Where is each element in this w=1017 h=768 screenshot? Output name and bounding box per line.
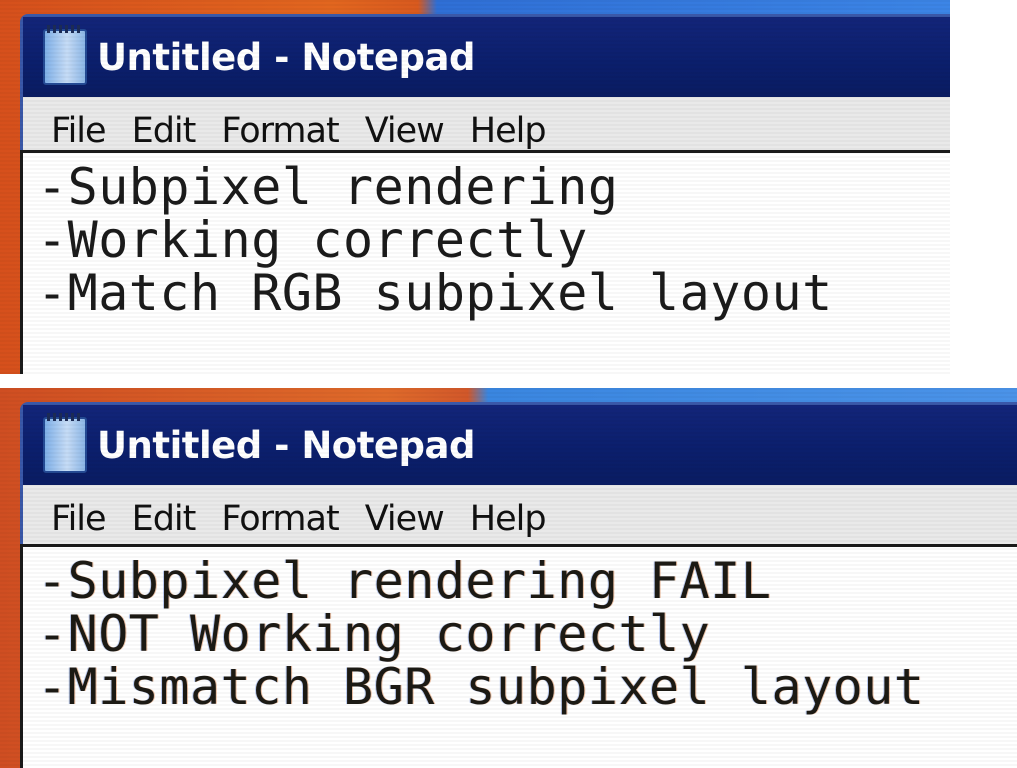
menu-help[interactable]: Help	[460, 111, 562, 151]
text-editor[interactable]: -Subpixel rendering FAIL -NOT Working co…	[20, 544, 1017, 768]
menu-edit[interactable]: Edit	[122, 111, 212, 151]
editor-line: -Working correctly	[37, 211, 588, 269]
menu-view[interactable]: View	[355, 499, 460, 539]
menu-file[interactable]: File	[41, 111, 122, 151]
editor-line: -Mismatch BGR subpixel layout	[37, 658, 925, 716]
photo-panel-bgr: Untitled - Notepad File Edit Format View…	[0, 388, 1017, 768]
editor-line: -NOT Working correctly	[37, 605, 711, 663]
menu-view[interactable]: View	[355, 111, 460, 151]
photo-panel-rgb: Untitled - Notepad File Edit Format View…	[0, 0, 950, 374]
title-bar[interactable]: Untitled - Notepad	[23, 405, 1017, 485]
text-editor[interactable]: -Subpixel rendering -Working correctly -…	[20, 150, 950, 374]
menu-file[interactable]: File	[41, 499, 122, 539]
window-title: Untitled - Notepad	[97, 35, 475, 79]
title-bar[interactable]: Untitled - Notepad	[23, 17, 950, 97]
menu-help[interactable]: Help	[460, 499, 562, 539]
editor-line: -Subpixel rendering FAIL	[37, 552, 772, 610]
menu-edit[interactable]: Edit	[122, 499, 212, 539]
editor-line: -Subpixel rendering	[37, 158, 619, 216]
notepad-icon	[43, 25, 87, 85]
photo-divider	[950, 0, 1017, 388]
menu-format[interactable]: Format	[211, 499, 354, 539]
notepad-icon	[43, 413, 87, 473]
menu-format[interactable]: Format	[211, 111, 354, 151]
editor-line: -Match RGB subpixel layout	[37, 264, 833, 322]
window-title: Untitled - Notepad	[97, 423, 475, 467]
